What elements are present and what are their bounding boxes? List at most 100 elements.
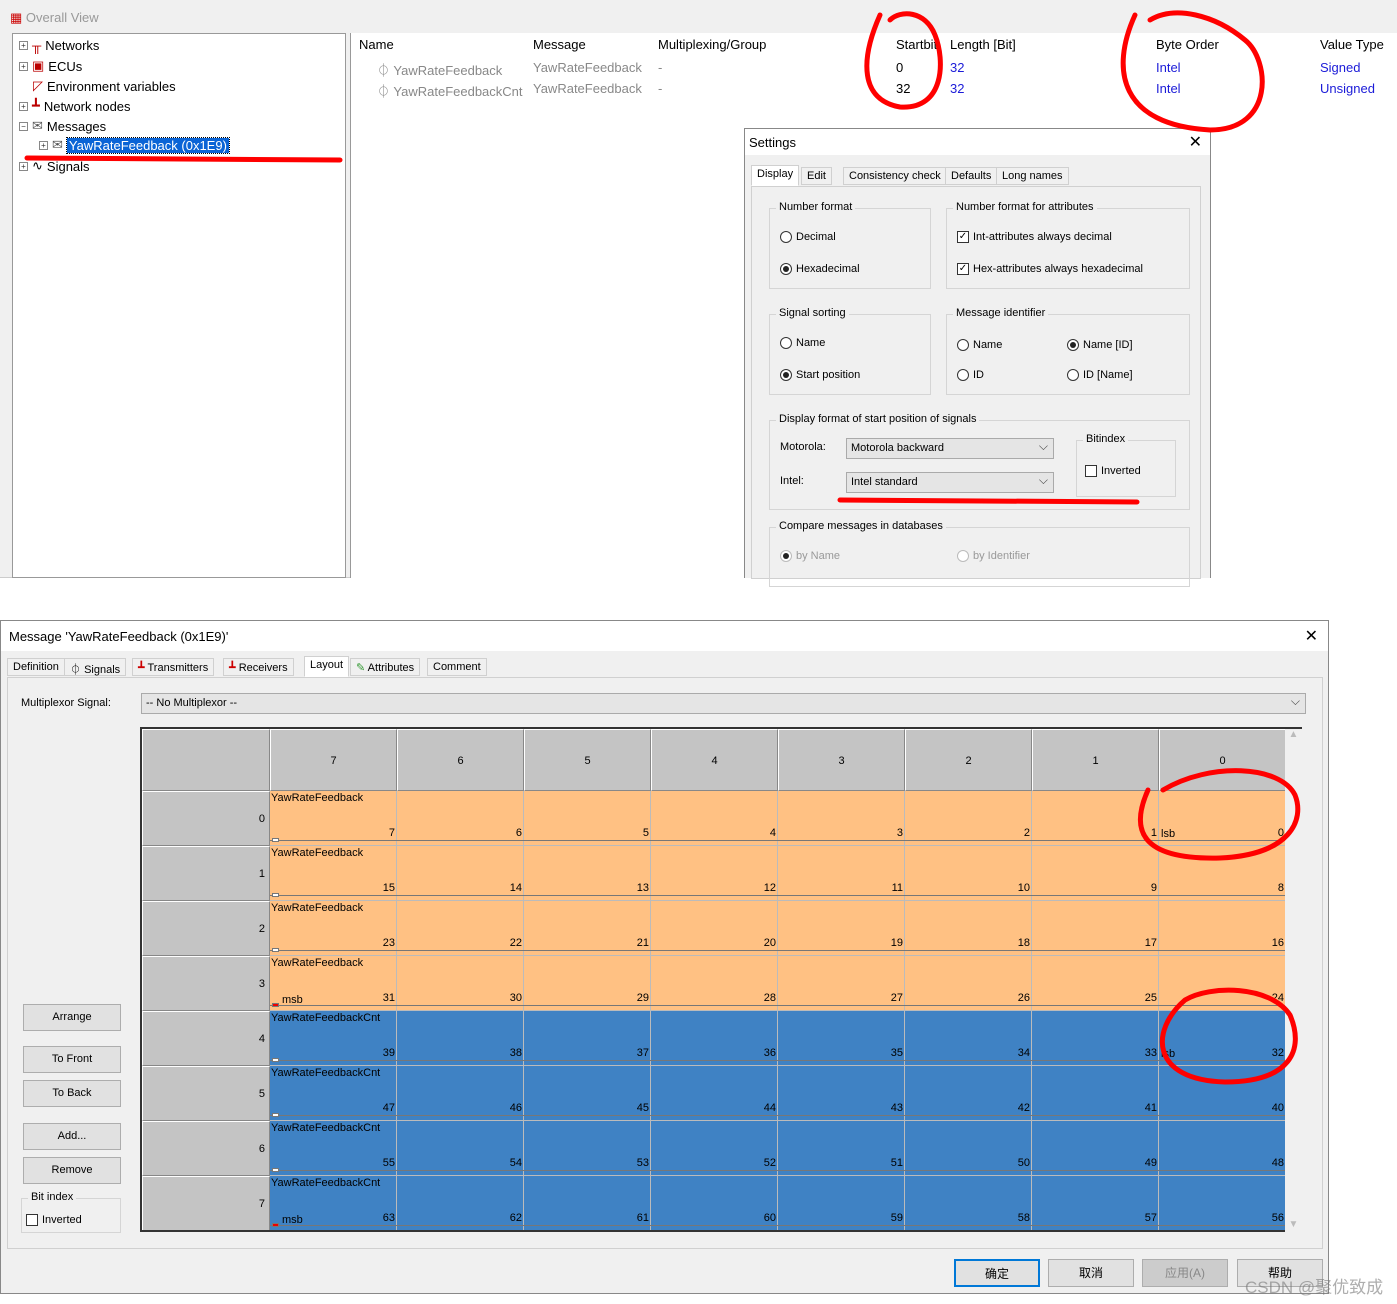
tab-long-names[interactable]: Long names [996,167,1069,185]
bit-cell[interactable]: 3 [778,791,905,846]
tab-definition[interactable]: Definition [7,658,65,676]
bit-cell[interactable]: 54 [397,1121,524,1176]
tab-comment[interactable]: Comment [427,658,487,676]
bit-cell[interactable]: 40 [1159,1066,1286,1121]
expand-icon[interactable]: + [19,41,28,50]
bit-cell[interactable]: 31 YawRateFeedback msb [270,956,397,1011]
radio-by-name[interactable]: by Name [780,550,840,562]
bit-cell[interactable]: 14 [397,846,524,901]
bit-cell[interactable]: 38 [397,1011,524,1066]
bit-cell[interactable]: 30 [397,956,524,1011]
bit-cell[interactable]: 4 [651,791,778,846]
bit-cell[interactable]: 15 YawRateFeedback [270,846,397,901]
tree-item-network-nodes[interactable]: + ┻ Network nodes [19,98,131,114]
bit-cell[interactable]: 60 [651,1176,778,1230]
bit-cell[interactable]: 9 [1032,846,1159,901]
bit-cell[interactable]: 13 [524,846,651,901]
bit-cell[interactable]: 11 [778,846,905,901]
bit-cell[interactable]: 0 lsb [1159,791,1286,846]
bit-cell[interactable]: 2 [905,791,1032,846]
bit-cell[interactable]: 5 [524,791,651,846]
bit-cell[interactable]: 51 [778,1121,905,1176]
bit-cell[interactable]: 27 [778,956,905,1011]
tab-layout[interactable]: Layout [304,656,350,677]
bit-cell[interactable]: 44 [651,1066,778,1121]
expand-icon[interactable]: + [19,101,28,111]
tree-item-yawratefeedback[interactable]: + ✉ YawRateFeedback (0x1E9) [39,136,230,154]
radio-id-name-id[interactable]: Name [ID] [1067,339,1133,351]
tree-item-signals[interactable]: + ∿ Signals [19,158,90,174]
checkbox-inverted[interactable]: Inverted [26,1214,82,1226]
bit-cell[interactable]: 46 [397,1066,524,1121]
col-header-multiplexing[interactable]: Multiplexing/Group [658,37,766,52]
bit-cell[interactable]: 49 [1032,1121,1159,1176]
radio-decimal[interactable]: Decimal [780,231,836,243]
radio-sort-name[interactable]: Name [780,337,825,349]
bit-cell[interactable]: 59 [778,1176,905,1230]
apply-button[interactable]: 应用(A) [1142,1259,1228,1287]
bit-cell[interactable]: 8 [1159,846,1286,901]
radio-hexadecimal[interactable]: Hexadecimal [780,263,860,275]
bit-cell[interactable]: 22 [397,901,524,956]
bit-cell[interactable]: 56 [1159,1176,1286,1230]
bit-cell[interactable]: 16 [1159,901,1286,956]
bit-cell[interactable]: 17 [1032,901,1159,956]
bit-cell[interactable]: 34 [905,1011,1032,1066]
bit-cell[interactable]: 55 YawRateFeedbackCnt [270,1121,397,1176]
bit-cell[interactable]: 42 [905,1066,1032,1121]
add-button[interactable]: Add... [23,1123,121,1150]
bit-cell[interactable]: 57 [1032,1176,1159,1230]
tab-transmitters[interactable]: ┻ Transmitters [132,658,215,676]
bit-cell[interactable]: 62 [397,1176,524,1230]
tree-item-messages[interactable]: − ✉ Messages [19,118,106,134]
expand-icon[interactable]: + [39,140,48,150]
tab-display[interactable]: Display [751,165,800,186]
bit-cell[interactable]: 48 [1159,1121,1286,1176]
close-button[interactable]: ✕ [1305,626,1318,646]
bit-cell[interactable]: 28 [651,956,778,1011]
bit-cell[interactable]: 33 [1032,1011,1159,1066]
collapse-icon[interactable]: − [19,121,28,131]
radio-id-id-name[interactable]: ID [Name] [1067,369,1133,381]
intel-format-select[interactable]: Intel standard [846,472,1054,493]
bit-cell[interactable]: 19 [778,901,905,956]
tree-item-env-vars[interactable]: ◸ Environment variables [33,78,176,94]
bit-cell[interactable]: 7 YawRateFeedback [270,791,397,846]
checkbox-hex-hex[interactable]: ✓ Hex-attributes always hexadecimal [957,263,1143,275]
to-back-button[interactable]: To Back [23,1080,121,1107]
bit-cell[interactable]: 45 [524,1066,651,1121]
ok-button[interactable]: 确定 [954,1259,1040,1287]
bit-cell[interactable]: 21 [524,901,651,956]
bit-cell[interactable]: 26 [905,956,1032,1011]
checkbox-int-decimal[interactable]: ✓ Int-attributes always decimal [957,231,1112,243]
expand-icon[interactable]: + [19,161,28,171]
bit-cell[interactable]: 63 YawRateFeedbackCnt msb [270,1176,397,1230]
bit-cell[interactable]: 12 [651,846,778,901]
bit-cell[interactable]: 6 [397,791,524,846]
col-header-value-type[interactable]: Value Type [1320,37,1384,52]
bit-cell[interactable]: 32 lsb [1159,1011,1286,1066]
tab-consistency-check[interactable]: Consistency check [843,167,947,185]
bit-cell[interactable]: 10 [905,846,1032,901]
bit-cell[interactable]: 1 [1032,791,1159,846]
bit-cell[interactable]: 18 [905,901,1032,956]
checkbox-inverted[interactable]: Inverted [1085,465,1141,477]
bit-cell[interactable]: 39 YawRateFeedbackCnt [270,1011,397,1066]
to-front-button[interactable]: To Front [23,1046,121,1073]
bit-cell[interactable]: 47 YawRateFeedbackCnt [270,1066,397,1121]
tab-defaults[interactable]: Defaults [945,167,998,185]
grid-scrollbar[interactable]: ▲ ▼ [1285,729,1302,1232]
radio-id-name[interactable]: Name [957,339,1002,351]
motorola-format-select[interactable]: Motorola backward [846,438,1054,459]
tree-item-networks[interactable]: + ╥ Networks [19,38,99,53]
tab-receivers[interactable]: ┻ Receivers [223,658,294,676]
multiplexor-select[interactable]: -- No Multiplexor -- [141,693,1306,714]
bit-cell[interactable]: 24 [1159,956,1286,1011]
bit-cell[interactable]: 52 [651,1121,778,1176]
tab-signals[interactable]: ⏀ Signals [64,658,127,676]
tab-edit[interactable]: Edit [801,167,832,185]
bit-cell[interactable]: 29 [524,956,651,1011]
bit-cell[interactable]: 53 [524,1121,651,1176]
bit-cell[interactable]: 25 [1032,956,1159,1011]
bit-cell[interactable]: 37 [524,1011,651,1066]
